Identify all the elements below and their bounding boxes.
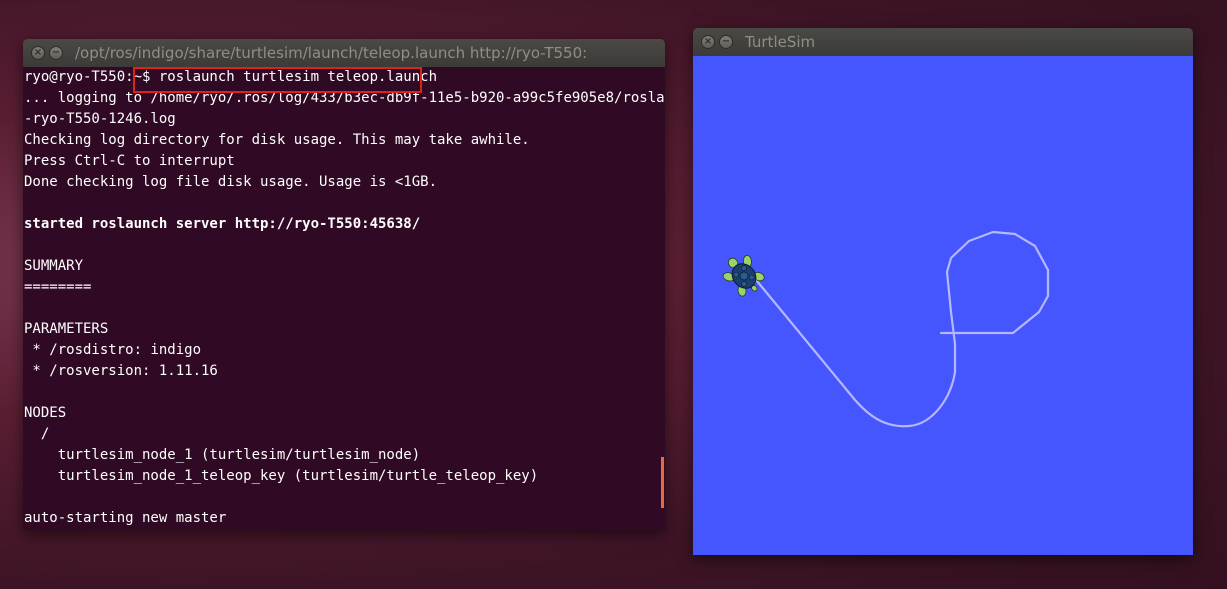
turtlesim-title: TurtleSim	[745, 33, 816, 51]
turtle-trail	[750, 230, 1050, 428]
terminal-line: Checking log directory for disk usage. T…	[24, 132, 530, 148]
terminal-line: * /rosdistro: indigo	[24, 342, 202, 358]
minimize-icon[interactable]: −	[49, 46, 63, 60]
close-icon[interactable]: ×	[31, 46, 45, 60]
terminal-titlebar[interactable]: × − /opt/ros/indigo/share/turtlesim/laun…	[23, 39, 665, 67]
terminal-output[interactable]: auto-starting new master turtlesim_node_…	[23, 67, 665, 530]
scrollbar[interactable]	[661, 457, 664, 508]
terminal-line: started roslaunch server http://ryo-T550…	[24, 216, 421, 232]
terminal-line: auto-starting new master	[24, 510, 227, 526]
terminal-line: ========	[24, 279, 92, 295]
turtlesim-drawing	[722, 230, 1050, 428]
terminal-line: SUMMARY	[24, 258, 84, 274]
turtlesim-window[interactable]: × − TurtleSim	[693, 28, 1193, 555]
terminal-line: turtlesim_node_1 (turtlesim/turtlesim_no…	[24, 447, 421, 463]
terminal-line: /	[24, 426, 50, 442]
terminal-line: * /rosversion: 1.11.16	[24, 363, 218, 379]
terminal-window[interactable]: × − /opt/ros/indigo/share/turtlesim/laun…	[23, 39, 665, 530]
turtlesim-titlebar[interactable]: × − TurtleSim	[693, 28, 1193, 56]
command-highlight-box	[133, 67, 422, 93]
turtlesim-canvas[interactable]	[693, 56, 1193, 555]
terminal-line: Press Ctrl-C to interrupt	[24, 153, 235, 169]
terminal-line: PARAMETERS	[24, 321, 109, 337]
minimize-icon[interactable]: −	[719, 35, 733, 49]
terminal-line: NODES	[24, 405, 67, 421]
terminal-title: /opt/ros/indigo/share/turtlesim/launch/t…	[75, 44, 588, 62]
terminal-line: Done checking log file disk usage. Usage…	[24, 174, 438, 190]
terminal-line: -ryo-T550-1246.log	[24, 111, 176, 127]
turtle-icon	[722, 255, 765, 297]
close-icon[interactable]: ×	[701, 35, 715, 49]
terminal-line: turtlesim_node_1_teleop_key (turtlesim/t…	[24, 468, 539, 484]
